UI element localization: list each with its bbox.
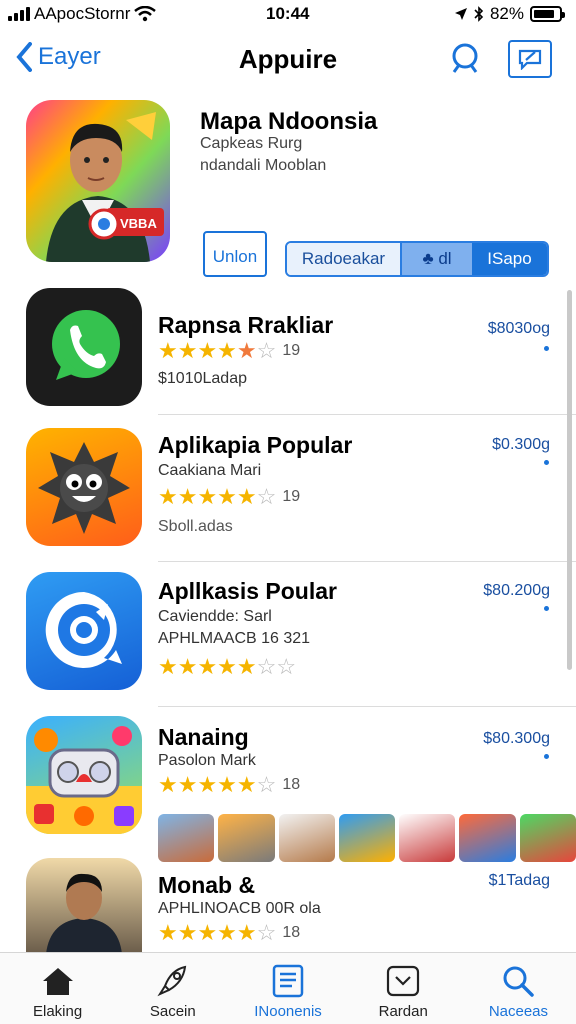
carrier-label: AApocStornr xyxy=(34,4,131,23)
app-price[interactable]: $80.300g xyxy=(483,730,550,748)
app-subtitle: Pasolon Mark xyxy=(158,752,256,769)
rating-count: 19 xyxy=(282,342,301,359)
rating-count: 18 xyxy=(282,776,301,793)
tab-label: Naceeas xyxy=(488,1003,549,1020)
star-rating: ★★★★★☆ 19 xyxy=(158,338,301,363)
app-price[interactable]: $8030og xyxy=(488,320,550,338)
inbox-icon xyxy=(387,965,420,997)
featured-developer: ndandali Mooblan xyxy=(200,157,327,174)
compose-button[interactable] xyxy=(508,40,552,78)
signal-icon xyxy=(8,7,30,21)
tab-label: Elaking xyxy=(33,1003,83,1020)
segment-radoeakar[interactable]: Radoeakar xyxy=(287,243,402,275)
app-name: Apllkasis Poular xyxy=(158,578,337,604)
app-subtitle: Caakiana Mari xyxy=(158,462,262,479)
chat-app-icon xyxy=(26,572,142,690)
thumbnail[interactable] xyxy=(338,814,396,862)
segmented-control: Radoeakar ♣ dl ISapo xyxy=(285,241,549,277)
monster-app-icon xyxy=(26,428,142,546)
rocket-icon xyxy=(157,965,186,997)
tab-bar: Elaking Sacein INoonenis Rardan Naceeas xyxy=(0,952,576,1024)
list-icon xyxy=(272,964,304,998)
game-app-icon xyxy=(26,716,142,834)
app-subtitle: APHLINOACB 00R ola xyxy=(158,900,321,917)
location-icon xyxy=(454,8,467,20)
app-name: Nanaing xyxy=(158,724,249,750)
tab-sacein[interactable]: Sacein xyxy=(115,953,230,1024)
app-price[interactable]: $0.300g xyxy=(492,436,550,454)
app-price[interactable]: $1Tadag xyxy=(489,872,550,890)
divider xyxy=(158,414,576,415)
featured-badge-text: VBBA xyxy=(120,216,157,231)
featured-app-icon[interactable]: VBBA xyxy=(26,100,170,262)
tab-elaking[interactable]: Elaking xyxy=(0,953,115,1024)
compose-icon xyxy=(518,49,542,70)
tab-rardan[interactable]: Rardan xyxy=(346,953,461,1024)
star-rating: ★★★★★☆ 19 xyxy=(158,484,301,509)
app-price[interactable]: $80.200g xyxy=(483,582,550,600)
union-button[interactable]: Unlon xyxy=(203,231,267,277)
star-rating: ★★★★★ ☆☆ xyxy=(158,654,297,679)
app-detail: Sboll.adas xyxy=(158,518,233,535)
divider xyxy=(158,561,576,562)
search-icon xyxy=(452,43,478,73)
wifi-icon xyxy=(134,6,157,22)
tab-inoonenis[interactable]: INoonenis xyxy=(230,953,345,1024)
price-dot xyxy=(544,460,549,465)
battery-icon xyxy=(530,6,565,22)
thumbnail[interactable] xyxy=(399,814,456,862)
segment-dl[interactable]: ♣ dl xyxy=(402,243,472,275)
portrait-app-icon xyxy=(26,858,142,954)
thumbnail[interactable] xyxy=(278,814,335,862)
app-subtitle: $1010Ladap xyxy=(158,370,247,387)
screenshot-strip[interactable] xyxy=(158,814,576,866)
thumbnail[interactable] xyxy=(158,814,215,862)
tab-naceeas[interactable]: Naceeas xyxy=(461,953,576,1024)
app-name: Monab & xyxy=(158,872,256,898)
featured-title: Mapa Ndoonsia xyxy=(200,108,378,135)
navigation-bar: Eayer Appuire xyxy=(0,34,576,90)
status-bar: AApocStornr 10:44 82% xyxy=(0,0,576,30)
thumbnail[interactable] xyxy=(459,814,516,862)
rating-count: 18 xyxy=(282,924,301,941)
search-icon xyxy=(503,966,535,997)
rating-count: 19 xyxy=(282,488,301,505)
featured-artwork: VBBA xyxy=(26,100,170,262)
featured-subtitle: Capkeas Rurg xyxy=(200,135,303,152)
app-subtitle: Caviendde: Sarl xyxy=(158,608,272,625)
bluetooth-icon xyxy=(474,6,484,22)
search-button[interactable] xyxy=(448,42,482,81)
union-label: Unlon xyxy=(212,247,258,266)
scroll-indicator[interactable] xyxy=(567,290,572,670)
tab-label: INoonenis xyxy=(254,1003,322,1020)
tab-label: Sacein xyxy=(149,1003,196,1020)
battery-percent: 82% xyxy=(489,4,524,23)
divider xyxy=(158,706,576,707)
star-rating: ★★★★★ ☆ 18 xyxy=(158,920,301,945)
app-name: Aplikapia Popular xyxy=(158,432,353,458)
app-detail: APHLMAACB 16 321 xyxy=(158,630,311,647)
price-dot xyxy=(544,606,549,611)
app-name: Rapnsa Rrakliar xyxy=(158,312,334,338)
tab-label: Rardan xyxy=(378,1003,428,1020)
page-title: Appuire xyxy=(238,44,338,74)
clock: 10:44 xyxy=(266,4,310,23)
thumbnail[interactable] xyxy=(218,814,275,862)
thumbnail[interactable] xyxy=(519,814,576,862)
price-dot xyxy=(544,346,549,351)
home-icon xyxy=(42,968,73,995)
segment-isapo[interactable]: ISapo xyxy=(472,243,547,275)
whatsapp-icon xyxy=(26,288,142,406)
price-dot xyxy=(544,754,549,759)
star-rating: ★★★★★ ☆ 18 xyxy=(158,772,301,797)
